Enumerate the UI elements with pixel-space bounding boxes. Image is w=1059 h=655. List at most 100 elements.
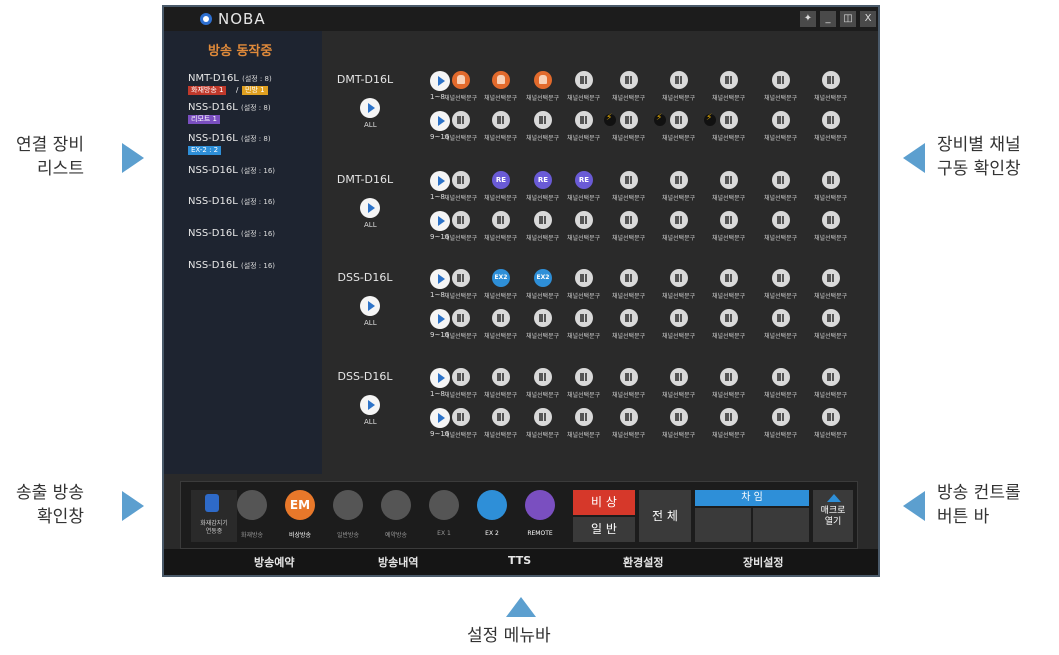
channel-button[interactable] [452,71,470,89]
emergency-button[interactable]: 비 상 [573,490,635,515]
channel-button[interactable]: EX2 [534,269,552,287]
channel-button[interactable] [620,71,638,89]
channel-button[interactable] [534,211,552,229]
channel-button[interactable] [670,111,688,129]
play-row-button[interactable] [430,111,450,131]
channel-button[interactable] [720,408,738,426]
menu-tts[interactable]: TTS [508,554,531,567]
channel-button[interactable] [670,368,688,386]
channel-button[interactable] [772,408,790,426]
channel-button[interactable] [452,309,470,327]
channel-button[interactable] [720,111,738,129]
channel-button[interactable] [534,309,552,327]
channel-button[interactable] [492,368,510,386]
clock-icon[interactable] [381,490,411,520]
channel-button[interactable] [452,211,470,229]
close-button[interactable]: X [860,11,876,27]
channel-button[interactable] [620,408,638,426]
channel-button[interactable] [452,171,470,189]
restore-icon[interactable]: ◫ [840,11,856,27]
ex2-icon[interactable] [477,490,507,520]
channel-button[interactable] [620,269,638,287]
device-item[interactable]: NSS-D16L (설정 : 16) [188,165,275,176]
play-row-button[interactable] [430,71,450,91]
em-icon[interactable]: EM [285,490,315,520]
play-row-button[interactable] [430,408,450,428]
channel-button[interactable] [720,211,738,229]
channel-button[interactable] [822,368,840,386]
play-row-button[interactable] [430,269,450,289]
channel-button[interactable] [772,171,790,189]
play-row-button[interactable] [430,211,450,231]
channel-button[interactable] [620,309,638,327]
channel-button[interactable] [575,368,593,386]
menu-history[interactable]: 방송내역 [378,554,418,570]
channel-button[interactable] [670,211,688,229]
channel-button[interactable] [670,269,688,287]
channel-button[interactable] [720,368,738,386]
play-row-button[interactable] [430,309,450,329]
device-item[interactable]: NSS-D16L (설정 : 16) [188,196,275,207]
channel-button[interactable] [670,71,688,89]
channel-button[interactable]: RE [534,171,552,189]
channel-button[interactable] [720,309,738,327]
play-row-button[interactable] [430,171,450,191]
channel-button[interactable] [822,111,840,129]
channel-button[interactable] [452,111,470,129]
channel-button[interactable] [492,211,510,229]
minimize-icon[interactable]: _ [820,11,836,27]
channel-button[interactable] [720,269,738,287]
play-row-button[interactable] [430,368,450,388]
channel-button[interactable] [620,171,638,189]
channel-button[interactable] [772,368,790,386]
channel-button[interactable] [822,309,840,327]
channel-button[interactable] [575,309,593,327]
all-button[interactable]: 전 체 [639,490,691,542]
channel-button[interactable] [492,408,510,426]
fire-icon[interactable] [237,490,267,520]
channel-button[interactable] [720,171,738,189]
chime-up-button[interactable] [753,508,809,542]
menu-schedule[interactable]: 방송예약 [254,554,294,570]
channel-button[interactable] [670,408,688,426]
channel-button[interactable]: EX2 [492,269,510,287]
channel-button[interactable] [534,71,552,89]
channel-button[interactable] [772,309,790,327]
channel-button[interactable] [620,368,638,386]
channel-button[interactable] [492,309,510,327]
device-item[interactable]: NSS-D16L (설정 : 16) [188,228,275,239]
play-all-button[interactable] [360,296,380,316]
channel-button[interactable] [620,111,638,129]
channel-button[interactable] [822,211,840,229]
channel-button[interactable] [575,71,593,89]
device-item[interactable]: NMT-D16L (설정 : 8) [188,73,272,84]
channel-button[interactable] [534,368,552,386]
menu-settings[interactable]: 환경설정 [623,554,663,570]
channel-button[interactable] [575,211,593,229]
channel-button[interactable] [670,309,688,327]
device-item[interactable]: NSS-D16L (설정 : 8) [188,102,271,113]
play-all-button[interactable] [360,395,380,415]
channel-button[interactable] [822,171,840,189]
channel-button[interactable] [534,111,552,129]
channel-button[interactable]: RE [575,171,593,189]
channel-button[interactable] [822,269,840,287]
chime-down-button[interactable] [695,508,751,542]
channel-button[interactable] [772,71,790,89]
channel-button[interactable] [575,269,593,287]
channel-button[interactable] [772,111,790,129]
channel-button[interactable] [492,71,510,89]
device-item[interactable]: NSS-D16L (설정 : 16) [188,260,275,271]
channel-button[interactable] [452,368,470,386]
speaker-icon[interactable] [333,490,363,520]
channel-button[interactable] [492,111,510,129]
channel-button[interactable] [452,269,470,287]
pin-icon[interactable]: ✦ [800,11,816,27]
channel-button[interactable] [575,111,593,129]
channel-button[interactable] [670,171,688,189]
ex1-icon[interactable] [429,490,459,520]
channel-button[interactable]: RE [492,171,510,189]
channel-button[interactable] [452,408,470,426]
normal-button[interactable]: 일 반 [573,517,635,542]
channel-button[interactable] [822,71,840,89]
